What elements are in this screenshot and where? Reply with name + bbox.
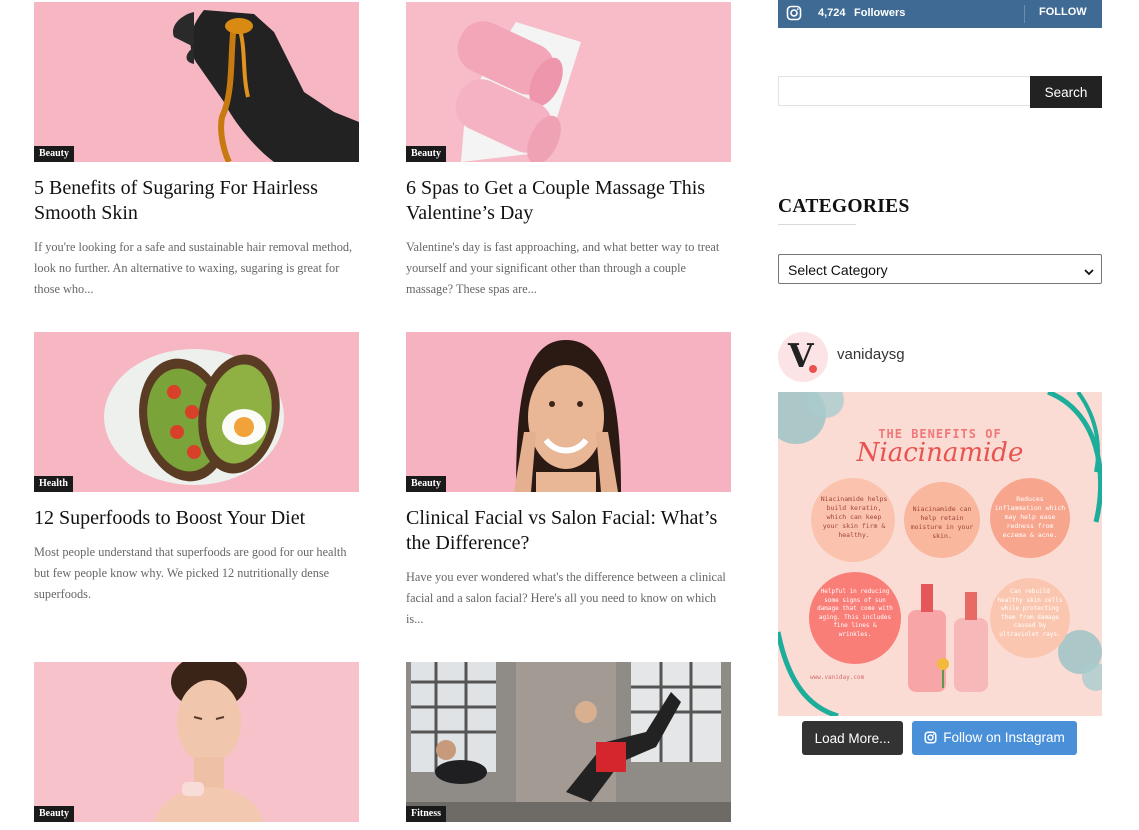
post-title[interactable]: Clinical Facial vs Salon Facial: What’s … — [406, 506, 731, 556]
gua-sha-image — [34, 662, 359, 822]
follower-count: 4,724 — [818, 7, 846, 19]
instagram-icon[interactable] — [786, 5, 802, 26]
search-button[interactable]: Search — [1030, 76, 1102, 108]
post-thumbnail[interactable]: Beauty — [34, 662, 359, 822]
post-card: Beauty Clinical Facial vs Salon Facial: … — [406, 332, 731, 642]
follow-on-instagram-label: Follow on Instagram — [943, 729, 1065, 745]
instagram-followers-bar: 4,724 Followers FOLLOW — [778, 0, 1102, 28]
follow-on-instagram-button[interactable]: Follow on Instagram — [912, 721, 1077, 755]
instagram-post[interactable]: THE BENEFITS OF Niacinamide Niacinamide … — [778, 392, 1102, 716]
post-thumbnail[interactable]: Beauty — [406, 2, 731, 162]
heading-underline — [778, 224, 856, 225]
category-badge[interactable]: Health — [34, 476, 73, 492]
instagram-icon — [924, 730, 937, 747]
categories-heading: CATEGORIES — [778, 196, 910, 217]
instagram-username[interactable]: vanidaysg — [837, 346, 905, 363]
post-footer: www.vaniday.com — [810, 674, 865, 681]
post-excerpt: If you're looking for a safe and sustain… — [34, 240, 353, 296]
bubble-text: Niacinamide can help retain moisture in … — [910, 505, 974, 540]
brand-dot — [809, 365, 817, 373]
post-card: Beauty — [34, 662, 359, 830]
woman-smiling-image — [406, 332, 731, 492]
post-title: Niacinamide — [856, 438, 1024, 468]
post-card: Health 12 Superfoods to Boost Your Diet … — [34, 332, 359, 632]
follower-label: Followers — [854, 7, 906, 19]
post-card: Fitness — [406, 662, 731, 830]
category-badge[interactable]: Beauty — [34, 806, 74, 822]
load-more-button[interactable]: Load More... — [802, 721, 903, 755]
post-card: Beauty 6 Spas to Get a Couple Massage Th… — [406, 2, 731, 312]
post-title[interactable]: 12 Superfoods to Boost Your Diet — [34, 506, 359, 531]
bubble-text: Reduces inflammation which may help ease… — [994, 495, 1066, 539]
category-select-value: Select Category — [788, 262, 888, 278]
post-excerpt: Valentine's day is fast approaching, and… — [406, 240, 720, 296]
category-badge[interactable]: Beauty — [34, 146, 74, 162]
category-badge[interactable]: Fitness — [406, 806, 446, 822]
category-badge[interactable]: Beauty — [406, 476, 446, 492]
bubble-text: Helpful in reducing some signs of sun da… — [817, 588, 893, 638]
post-title[interactable]: 6 Spas to Get a Couple Massage This Vale… — [406, 176, 731, 226]
post-excerpt: Have you ever wondered what's the differ… — [406, 570, 726, 626]
category-badge[interactable]: Beauty — [406, 146, 446, 162]
bubble-text: Niacinamide helps build keratin, which c… — [820, 495, 888, 539]
post-thumbnail[interactable]: Beauty — [406, 332, 731, 492]
fitness-image — [406, 662, 731, 822]
avocado-toast-image — [34, 332, 359, 492]
post-excerpt: Most people understand that superfoods a… — [34, 545, 347, 601]
bubble-text: Can rebuild healthy skin cells while pro… — [997, 588, 1063, 638]
post-thumbnail[interactable]: Health — [34, 332, 359, 492]
follow-link[interactable]: FOLLOW — [1039, 6, 1087, 18]
post-thumbnail[interactable]: Beauty — [34, 2, 359, 162]
post-card: Beauty 5 Benefits of Sugaring For Hairle… — [34, 2, 359, 312]
divider — [1024, 5, 1025, 23]
post-title[interactable]: 5 Benefits of Sugaring For Hairless Smoo… — [34, 176, 359, 226]
category-select[interactable]: Select Category — [778, 254, 1102, 284]
chevron-down-icon — [1084, 264, 1094, 280]
search-input[interactable] — [778, 76, 1030, 106]
sugaring-image — [34, 2, 359, 162]
towels-image — [406, 2, 731, 162]
avatar[interactable]: V — [778, 332, 828, 382]
post-thumbnail[interactable]: Fitness — [406, 662, 731, 822]
instagram-feed-header: V vanidaysg — [778, 332, 1102, 384]
